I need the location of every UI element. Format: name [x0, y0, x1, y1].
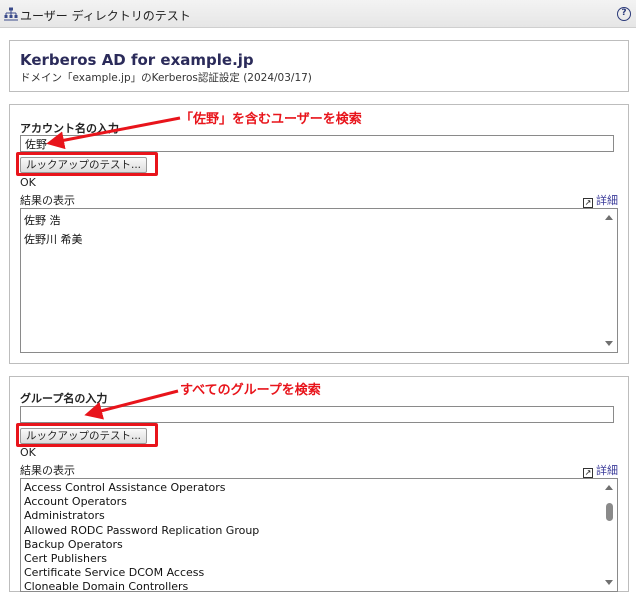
group-results-list[interactable]: Access Control Assistance Operators Accou…	[20, 478, 618, 592]
list-item[interactable]: Account Operators	[24, 495, 601, 509]
account-detail-label: 詳細	[596, 194, 618, 207]
scroll-down-icon[interactable]	[605, 580, 613, 585]
external-link-icon: ↗	[583, 198, 593, 208]
list-item[interactable]: 佐野 浩	[24, 211, 601, 230]
title-bar: ユーザー ディレクトリのテスト ?	[0, 0, 636, 28]
account-lookup-panel: アカウント名の入力 ルックアップのテスト... OK 結果の表示 ↗詳細 佐野 …	[9, 104, 629, 364]
group-results-scrollbar[interactable]	[602, 479, 617, 591]
list-item[interactable]: Cloneable Domain Controllers	[24, 580, 601, 591]
group-name-label: グループ名の入力	[20, 392, 108, 405]
external-link-icon: ↗	[583, 468, 593, 478]
list-item[interactable]: Backup Operators	[24, 538, 601, 552]
header-panel: Kerberos AD for example.jp ドメイン「example.…	[9, 40, 629, 92]
account-detail-link[interactable]: ↗ 詳細	[583, 192, 618, 208]
group-detail-label: 詳細	[596, 464, 618, 477]
scroll-up-icon[interactable]	[605, 215, 613, 220]
help-icon[interactable]: ?	[617, 7, 631, 21]
list-item[interactable]: Cert Publishers	[24, 552, 601, 566]
group-annotation: すべてのグループを検索	[180, 383, 321, 398]
scroll-up-icon[interactable]	[605, 485, 613, 490]
group-results-label: 結果の表示	[20, 464, 75, 477]
group-lookup-panel: グループ名の入力 ルックアップのテスト... OK 結果の表示 ↗ 詳細 Acce…	[9, 376, 629, 592]
scroll-down-icon[interactable]	[605, 341, 613, 346]
account-results-scrollbar[interactable]	[602, 209, 617, 352]
list-item[interactable]: Access Control Assistance Operators	[24, 481, 601, 495]
directory-tree-icon	[4, 7, 18, 21]
page-subtitle: ドメイン「example.jp」のKerberos認証設定 (2024/03/1…	[20, 72, 312, 84]
group-name-input[interactable]	[20, 406, 614, 423]
account-results-list[interactable]: 佐野 浩佐野川 希美	[20, 208, 618, 353]
account-name-label: アカウント名の入力	[20, 122, 119, 135]
list-item[interactable]: Administrators	[24, 509, 601, 523]
list-item[interactable]: Certificate Service DCOM Access	[24, 566, 601, 580]
account-lookup-button[interactable]: ルックアップのテスト...	[20, 157, 148, 173]
list-item[interactable]: 佐野川 希美	[24, 230, 601, 249]
page-title: Kerberos AD for example.jp	[20, 51, 254, 69]
account-status: OK	[20, 176, 36, 189]
group-lookup-button[interactable]: ルックアップのテスト...	[20, 428, 148, 444]
group-status: OK	[20, 446, 36, 459]
window-title: ユーザー ディレクトリのテスト	[20, 9, 191, 23]
account-annotation: 「佐野」を含むユーザーを検索	[180, 112, 362, 127]
account-name-input[interactable]	[20, 135, 614, 152]
account-results-label: 結果の表示	[20, 194, 75, 207]
scrollbar-thumb[interactable]	[606, 503, 613, 521]
group-detail-link[interactable]: ↗ 詳細	[583, 462, 618, 478]
list-item[interactable]: Allowed RODC Password Replication Group	[24, 524, 601, 538]
